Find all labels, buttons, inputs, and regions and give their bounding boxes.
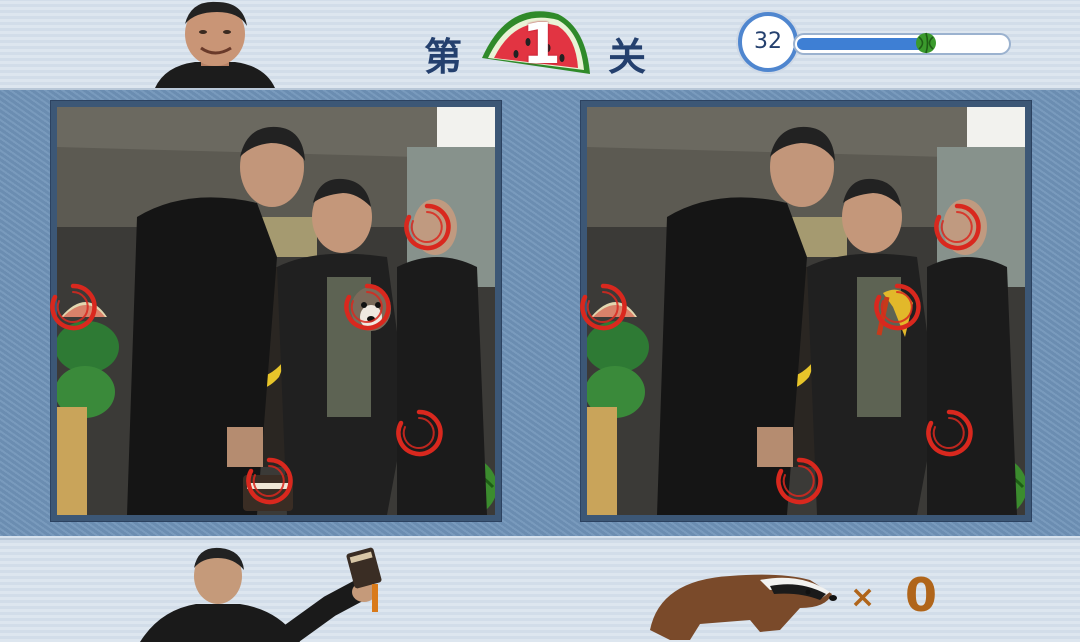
- marker-watermelon-slice[interactable]: [47, 281, 99, 333]
- marker-cigarette-box[interactable]: [243, 455, 295, 507]
- marker-hand[interactable]: [393, 407, 445, 459]
- found-circle-icon: [934, 203, 981, 251]
- watermelon-icon: [916, 32, 936, 54]
- found-circle-icon: [926, 409, 973, 457]
- found-circle-icon: [874, 283, 921, 331]
- top-bar: 第 1 关 32: [0, 0, 1080, 90]
- timer-value: 32: [754, 29, 782, 54]
- host-avatar: [155, 1, 275, 88]
- scene-left[interactable]: [50, 100, 502, 522]
- found-circle-icon: [580, 283, 627, 331]
- badger-icon: [650, 574, 837, 640]
- timer-badge: 32: [738, 12, 798, 72]
- marker-watermelon-slice[interactable]: [577, 281, 629, 333]
- marker-banana-peel[interactable]: [871, 281, 923, 333]
- found-circle-icon: [246, 457, 293, 505]
- marker-man-face[interactable]: [401, 201, 453, 253]
- level-title: 第 1 关: [420, 8, 680, 88]
- found-circle-icon: [404, 203, 451, 251]
- marker-dog-face[interactable]: [341, 281, 393, 333]
- multiply-sign: ×: [850, 580, 876, 615]
- found-circle-icon: [50, 283, 97, 331]
- badger-count: 0: [905, 568, 938, 622]
- level-prefix: 第: [424, 35, 463, 79]
- play-area: [0, 90, 1080, 536]
- found-circle-icon: [344, 283, 391, 331]
- marker-hand[interactable]: [923, 407, 975, 459]
- marker-man-face[interactable]: [931, 201, 983, 253]
- found-circle-icon: [396, 409, 443, 457]
- level-suffix: 关: [608, 35, 647, 79]
- time-progress-bar: [793, 32, 1011, 55]
- bottom-bar: × 0: [0, 538, 1080, 642]
- marker-empty[interactable]: [773, 455, 825, 507]
- hammer-hint-button[interactable]: [140, 546, 400, 642]
- found-circle-icon: [776, 457, 823, 505]
- time-progress-fill: [797, 38, 925, 50]
- scene-right[interactable]: [580, 100, 1032, 522]
- level-number: 1: [522, 12, 561, 77]
